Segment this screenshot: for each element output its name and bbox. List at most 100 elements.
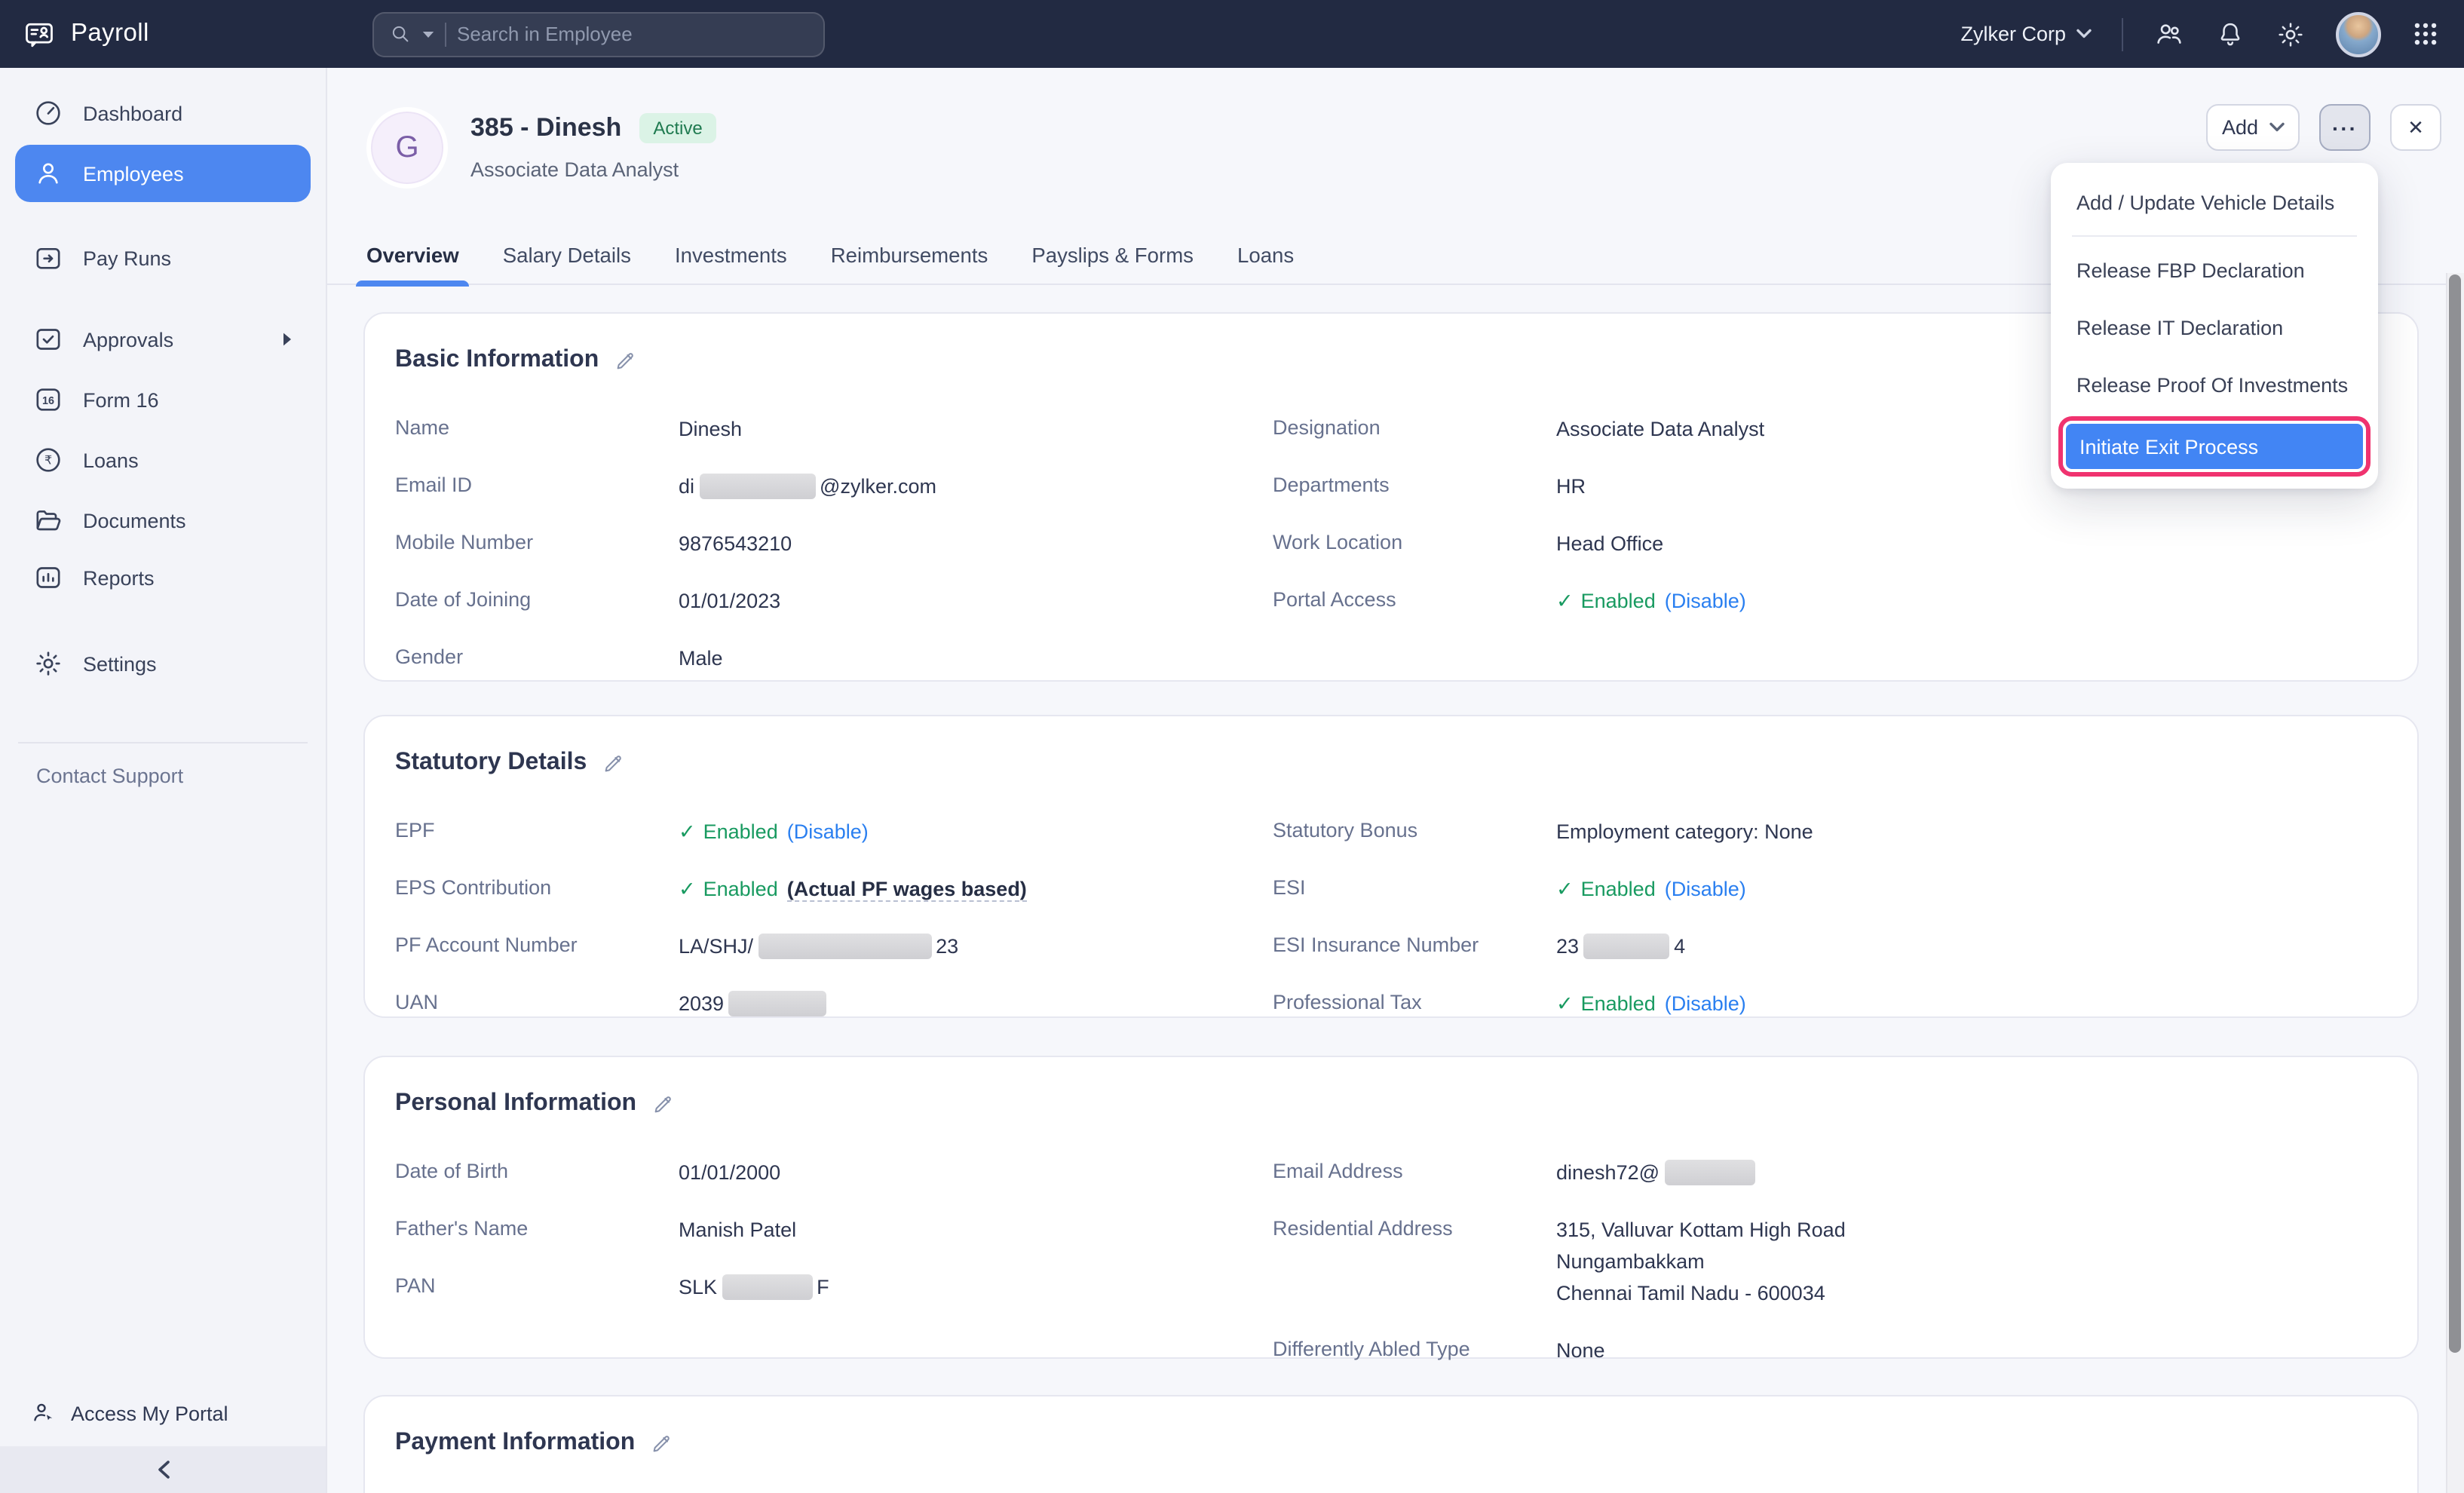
field-label: Date of Birth <box>395 1157 679 1188</box>
tab-investments[interactable]: Investments <box>675 227 787 284</box>
close-button[interactable]: ✕ <box>2390 104 2441 151</box>
sidebar-collapse-button[interactable] <box>0 1446 326 1493</box>
notifications-bell-icon[interactable] <box>2215 18 2245 50</box>
tab-loans[interactable]: Loans <box>1237 227 1294 284</box>
field-label: ESI Insurance Number <box>1273 930 1556 962</box>
section-title-row: Payment Information <box>395 1430 2387 1457</box>
section-title: Statutory Details <box>395 750 587 777</box>
more-actions-button[interactable]: ··· <box>2319 104 2371 151</box>
fields-left: EPF✓Enabled(Disable)EPS Contribution✓Ena… <box>395 816 1243 1045</box>
sidebar-item-pay-runs[interactable]: Pay Runs <box>15 229 311 287</box>
field-value: ✓Enabled(Disable) <box>1556 585 1746 617</box>
field-label: PF Account Number <box>395 930 679 962</box>
sidebar-item-employees[interactable]: Employees <box>15 145 311 202</box>
enabled-status-text: Enabled <box>1581 878 1656 900</box>
field-row: Residential Address315, Valluvar Kottam … <box>1273 1214 2387 1309</box>
field-value-line: 01/01/2023 <box>679 585 780 617</box>
sidebar-item-reports[interactable]: Reports <box>15 549 311 606</box>
add-button-label: Add <box>2222 116 2258 139</box>
field-label: Work Location <box>1273 528 1556 559</box>
fields-left: NameDineshEmail IDdi@zylker.comMobile Nu… <box>395 413 1243 700</box>
field-value: 01/01/2023 <box>679 585 780 617</box>
edit-pencil-icon[interactable] <box>614 349 636 372</box>
menu-item-release-proof-of-investments[interactable]: Release Proof Of Investments <box>2051 356 2378 413</box>
app-title: Payroll <box>71 20 149 48</box>
disable-link[interactable]: (Disable) <box>1665 590 1746 612</box>
edit-pencil-icon[interactable] <box>602 752 624 774</box>
search-scope-caret-icon[interactable] <box>422 29 434 38</box>
value-text: 9876543210 <box>679 532 792 555</box>
value-text: Male <box>679 647 723 670</box>
edit-pencil-icon[interactable] <box>651 1093 674 1115</box>
users-icon[interactable] <box>2153 18 2185 50</box>
form16-icon: 16 <box>33 385 63 415</box>
access-my-portal-label: Access My Portal <box>71 1402 228 1424</box>
value-text: Associate Data Analyst <box>1556 418 1764 440</box>
field-label: Date of Joining <box>395 585 679 617</box>
check-icon: ✓ <box>679 878 696 900</box>
menu-item-release-it-declaration[interactable]: Release IT Declaration <box>2051 299 2378 356</box>
check-icon: ✓ <box>1556 878 1574 900</box>
sidebar-item-documents[interactable]: Documents <box>15 492 311 549</box>
field-value-line: Associate Data Analyst <box>1556 413 1764 445</box>
vertical-scrollbar-thumb[interactable] <box>2449 274 2461 1353</box>
field-label: Name <box>395 413 679 445</box>
section-title-row: Statutory Details <box>395 750 2387 777</box>
app-brand: Payroll <box>0 17 327 51</box>
sidebar-item-approvals[interactable]: Approvals <box>15 311 311 368</box>
disable-link[interactable]: (Disable) <box>1665 878 1746 900</box>
field-value: dinesh72@ <box>1556 1157 1759 1188</box>
value-text: 2039 <box>679 992 724 1015</box>
edit-pencil-icon[interactable] <box>650 1432 673 1455</box>
value-text: 23 <box>1556 935 1579 958</box>
vertical-scrollbar-track[interactable] <box>2446 273 2464 1493</box>
field-value-line: 01/01/2000 <box>679 1157 780 1188</box>
access-my-portal-link[interactable]: Access My Portal <box>30 1399 228 1427</box>
tab-payslips-forms[interactable]: Payslips & Forms <box>1031 227 1194 284</box>
tab-salary-details[interactable]: Salary Details <box>503 227 631 284</box>
field-label: Professional Tax <box>1273 988 1556 1019</box>
field-label: Mobile Number <box>395 528 679 559</box>
settings-gear-icon[interactable] <box>2276 19 2306 49</box>
sidebar-item-settings[interactable]: Settings <box>15 635 311 692</box>
statutory-details-card: Statutory Details EPF✓Enabled(Disable)EP… <box>363 715 2419 1018</box>
info-underlined-text[interactable]: (Actual PF wages based) <box>787 878 1027 902</box>
svg-text:16: 16 <box>42 395 54 407</box>
add-button[interactable]: Add <box>2206 104 2300 151</box>
field-row: UAN2039 <box>395 988 1243 1019</box>
value-text: di <box>679 475 694 498</box>
sidebar-item-dashboard[interactable]: Dashboard <box>15 84 311 142</box>
tab-reimbursements[interactable]: Reimbursements <box>831 227 988 284</box>
disable-link[interactable]: (Disable) <box>787 820 869 843</box>
field-row: NameDinesh <box>395 413 1243 445</box>
field-label: ESI <box>1273 873 1556 905</box>
field-value-line: di@zylker.com <box>679 471 936 502</box>
sidebar-item-loans[interactable]: ₹ Loans <box>15 431 311 489</box>
field-value: 234 <box>1556 930 1685 962</box>
menu-item-add-update-vehicle-details[interactable]: Add / Update Vehicle Details <box>2051 173 2378 231</box>
annotation-highlight-box: Initiate Exit Process <box>2058 416 2371 477</box>
sidebar-item-label: Employees <box>83 162 184 185</box>
disable-link[interactable]: (Disable) <box>1665 992 1746 1015</box>
contact-support-link[interactable]: Contact Support <box>0 743 326 787</box>
sidebar-item-form-16[interactable]: 16 Form 16 <box>15 371 311 428</box>
apps-grid-icon[interactable] <box>2411 20 2440 48</box>
field-value-line: Male <box>679 642 723 674</box>
menu-item-initiate-exit-process[interactable]: Initiate Exit Process <box>2063 421 2366 472</box>
value-text: Employment category: None <box>1556 820 1813 843</box>
settings-icon <box>33 648 63 679</box>
menu-item-release-fbp-declaration[interactable]: Release FBP Declaration <box>2051 241 2378 299</box>
org-selector[interactable]: Zylker Corp <box>1960 23 2092 45</box>
user-avatar[interactable] <box>2336 11 2381 57</box>
value-text: SLK <box>679 1276 717 1298</box>
field-label: Residential Address <box>1273 1214 1556 1309</box>
org-name: Zylker Corp <box>1960 23 2066 45</box>
tab-overview[interactable]: Overview <box>366 227 459 284</box>
value-text: 315, Valluvar Kottam High Road <box>1556 1219 1846 1241</box>
field-row: Statutory BonusEmployment category: None <box>1273 816 2387 848</box>
field-value: ✓ Enabled (Disable) <box>1556 873 1746 905</box>
search-divider <box>445 22 446 46</box>
enabled-status-text: Enabled <box>703 878 778 900</box>
reports-icon <box>33 563 63 593</box>
search-input[interactable]: Search in Employee <box>372 11 825 57</box>
